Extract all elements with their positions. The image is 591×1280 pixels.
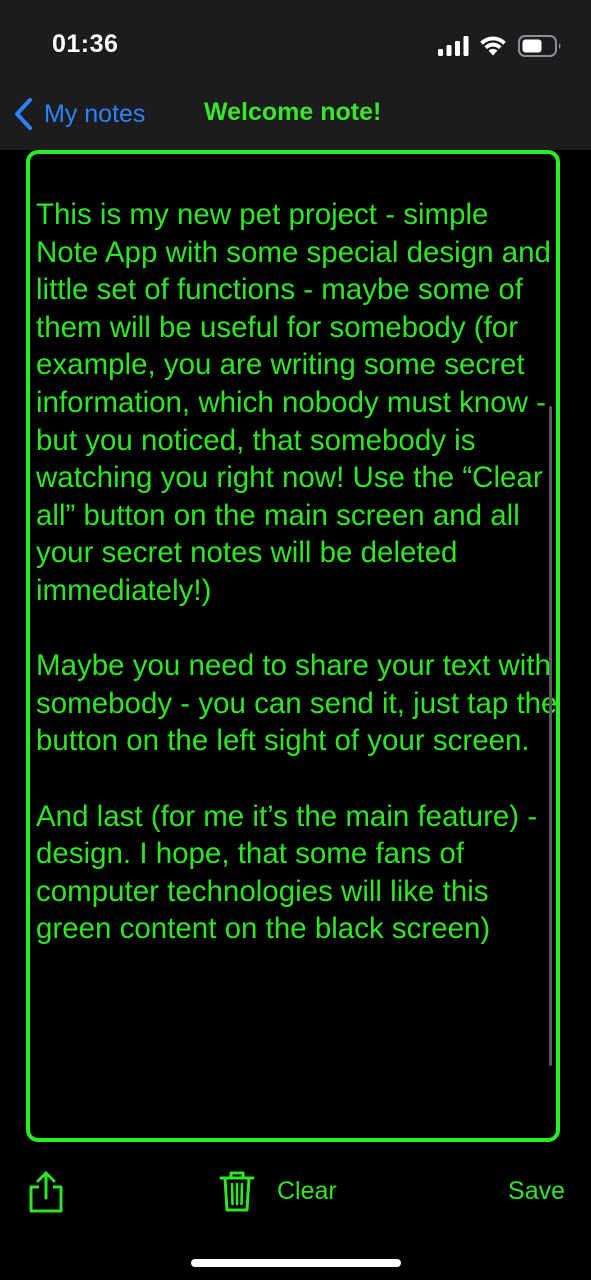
- battery-icon: [518, 35, 561, 57]
- note-text-area[interactable]: This is my new pet project - simple Note…: [36, 196, 558, 948]
- note-title: Welcome note!: [204, 98, 382, 126]
- wifi-icon: [480, 36, 506, 56]
- save-button[interactable]: Save: [508, 1177, 565, 1206]
- top-bar: 01:36 My notes Welcome note!: [0, 0, 591, 150]
- back-label: My notes: [44, 99, 146, 128]
- home-indicator[interactable]: [191, 1259, 401, 1267]
- back-button[interactable]: My notes: [12, 94, 145, 134]
- note-editor-frame[interactable]: This is my new pet project - simple Note…: [26, 150, 560, 1142]
- trash-icon[interactable]: [218, 1170, 256, 1212]
- clear-button[interactable]: Clear: [277, 1177, 337, 1206]
- signal-icon: [438, 36, 469, 56]
- status-time: 01:36: [52, 30, 119, 58]
- note-scrollbar[interactable]: [549, 406, 552, 1066]
- share-icon[interactable]: [26, 1170, 66, 1214]
- status-icons: [438, 34, 563, 60]
- chevron-left-icon: [15, 98, 32, 130]
